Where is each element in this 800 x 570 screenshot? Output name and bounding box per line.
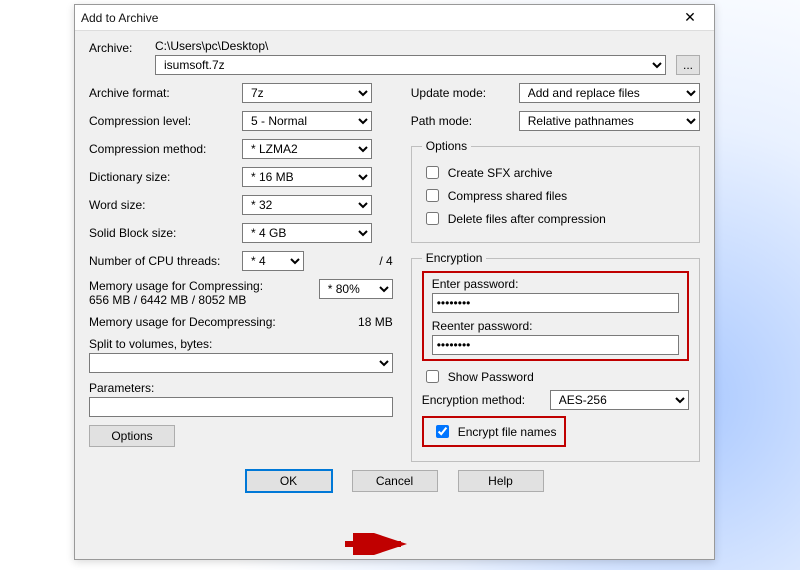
cpu-threads-select[interactable]: * 4 xyxy=(242,251,304,271)
delete-after-label: Delete files after compression xyxy=(448,212,606,226)
left-column: Archive format: 7z Compression level: 5 … xyxy=(89,83,393,462)
right-column: Update mode: Add and replace files Path … xyxy=(411,83,700,462)
split-volumes-label: Split to volumes, bytes: xyxy=(89,337,393,351)
titlebar: Add to Archive ✕ xyxy=(75,5,714,31)
create-sfx-label: Create SFX archive xyxy=(448,166,553,180)
compression-level-label: Compression level: xyxy=(89,114,234,128)
word-size-label: Word size: xyxy=(89,198,234,212)
word-size-select[interactable]: * 32 xyxy=(242,195,372,215)
path-mode-label: Path mode: xyxy=(411,114,511,128)
mem-decompress-label: Memory usage for Decompressing: xyxy=(89,315,358,329)
parameters-label: Parameters: xyxy=(89,381,393,395)
reenter-password-input[interactable] xyxy=(432,335,679,355)
compression-level-select[interactable]: 5 - Normal xyxy=(242,111,372,131)
cpu-threads-label: Number of CPU threads: xyxy=(89,254,234,268)
archive-label: Archive: xyxy=(89,39,145,55)
create-sfx-checkbox[interactable] xyxy=(426,166,439,179)
cancel-button[interactable]: Cancel xyxy=(352,470,438,492)
dictionary-size-label: Dictionary size: xyxy=(89,170,234,184)
add-to-archive-dialog: Add to Archive ✕ Archive: C:\Users\pc\De… xyxy=(74,4,715,560)
parameters-input[interactable] xyxy=(89,397,393,417)
archive-format-label: Archive format: xyxy=(89,86,234,100)
update-mode-label: Update mode: xyxy=(411,86,511,100)
options-button[interactable]: Options xyxy=(89,425,175,447)
close-icon[interactable]: ✕ xyxy=(672,9,708,26)
compression-method-select[interactable]: * LZMA2 xyxy=(242,139,372,159)
update-mode-select[interactable]: Add and replace files xyxy=(519,83,700,103)
show-password-label: Show Password xyxy=(448,370,534,384)
enter-password-input[interactable] xyxy=(432,293,679,313)
encrypt-names-label: Encrypt file names xyxy=(458,425,557,439)
ok-button[interactable]: OK xyxy=(246,470,332,492)
split-volumes-select[interactable] xyxy=(89,353,393,373)
cpu-threads-max: / 4 xyxy=(379,254,392,268)
show-password-checkbox[interactable] xyxy=(426,370,439,383)
archive-row: Archive: C:\Users\pc\Desktop\ isumsoft.7… xyxy=(89,39,700,75)
arrow-icon xyxy=(343,533,413,555)
compress-shared-checkbox[interactable] xyxy=(426,189,439,202)
encrypt-names-highlight: Encrypt file names xyxy=(422,416,567,447)
encryption-fieldset: Encryption Enter password: Reenter passw… xyxy=(411,251,700,462)
encrypt-names-checkbox[interactable] xyxy=(436,425,449,438)
window-title: Add to Archive xyxy=(81,11,672,25)
archive-path: C:\Users\pc\Desktop\ xyxy=(155,39,666,53)
encryption-method-label: Encryption method: xyxy=(422,393,542,407)
password-highlight: Enter password: Reenter password: xyxy=(422,271,689,361)
reenter-password-label: Reenter password: xyxy=(432,319,679,333)
help-button[interactable]: Help xyxy=(458,470,544,492)
path-mode-select[interactable]: Relative pathnames xyxy=(519,111,700,131)
compress-shared-label: Compress shared files xyxy=(448,189,567,203)
enter-password-label: Enter password: xyxy=(432,277,679,291)
mem-compress-label: Memory usage for Compressing: xyxy=(89,279,289,293)
compression-method-label: Compression method: xyxy=(89,142,234,156)
archive-format-select[interactable]: 7z xyxy=(242,83,372,103)
encryption-method-select[interactable]: AES-256 xyxy=(550,390,689,410)
encryption-legend: Encryption xyxy=(422,251,487,265)
archive-name-select[interactable]: isumsoft.7z xyxy=(155,55,666,75)
dictionary-size-select[interactable]: * 16 MB xyxy=(242,167,372,187)
options-legend: Options xyxy=(422,139,471,153)
button-bar: OK Cancel Help xyxy=(89,462,700,494)
solid-block-size-select[interactable]: * 4 GB xyxy=(242,223,372,243)
mem-compress-detail: 656 MB / 6442 MB / 8052 MB xyxy=(89,293,289,307)
browse-button[interactable]: ... xyxy=(676,55,700,75)
delete-after-checkbox[interactable] xyxy=(426,212,439,225)
mem-decompress-value: 18 MB xyxy=(358,315,393,329)
mem-compress-select[interactable]: * 80% xyxy=(319,279,393,299)
solid-block-size-label: Solid Block size: xyxy=(89,226,234,240)
options-fieldset: Options Create SFX archive Compress shar… xyxy=(411,139,700,243)
